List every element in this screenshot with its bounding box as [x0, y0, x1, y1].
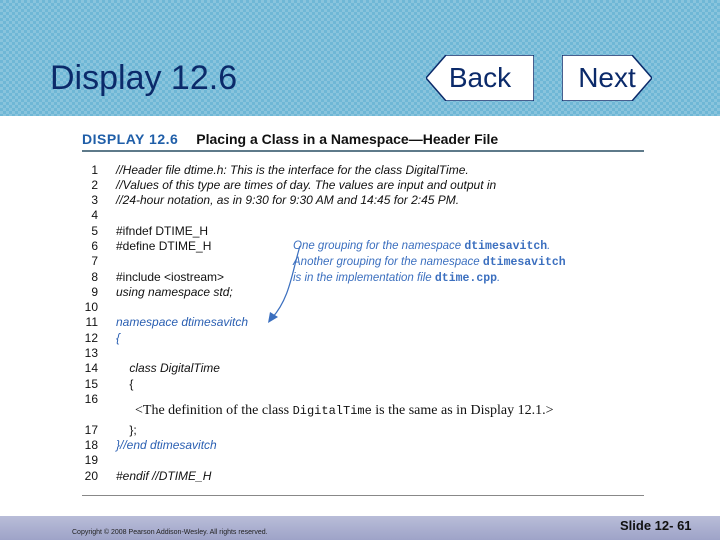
footer-bar — [0, 516, 720, 540]
bottom-rule — [82, 495, 644, 496]
copyright-text: Copyright © 2008 Pearson Addison-Wesley.… — [72, 529, 268, 536]
slide-number: Slide 12- 61 — [620, 518, 692, 533]
annotation-arrow-icon — [268, 245, 301, 323]
